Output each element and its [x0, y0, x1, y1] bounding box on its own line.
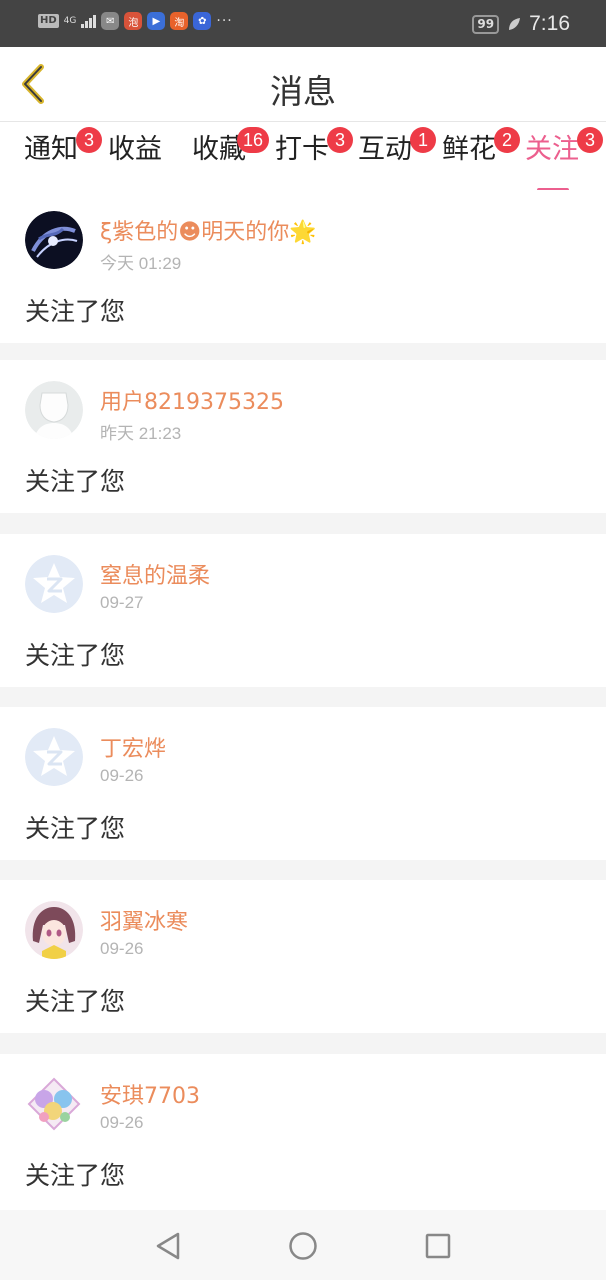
eco-leaf-icon [509, 18, 521, 30]
tab-badge: 3 [76, 127, 102, 153]
triangle-back-icon [156, 1232, 180, 1260]
hd-indicator: HD [38, 14, 59, 28]
user-name[interactable]: 羽翼冰寒 [100, 904, 188, 936]
avatar[interactable] [25, 901, 83, 959]
user-name[interactable]: 用户8219375325 [100, 384, 284, 416]
signal-icon [81, 14, 97, 28]
tab-5[interactable]: 互动 1 [358, 127, 436, 184]
user-name[interactable]: 丁宏烨 [100, 731, 166, 763]
app-header: 消息 [0, 47, 606, 122]
avatar[interactable] [25, 1075, 83, 1133]
app-play-icon: ▶ [147, 12, 166, 30]
square-recents-icon [425, 1233, 451, 1259]
message-text: 关注了您 [25, 297, 126, 326]
tab-3[interactable]: 收藏 16 [192, 127, 270, 184]
more-notifications-icon: ··· [216, 13, 233, 29]
tab-6[interactable]: 鲜花 2 [442, 127, 520, 184]
avatar[interactable] [25, 728, 83, 786]
wechat-icon: ✉ [101, 12, 120, 30]
baidu-icon: ✿ [193, 12, 212, 30]
user-name[interactable]: 安琪7703 [100, 1078, 200, 1110]
nav-home-button[interactable] [285, 1228, 321, 1264]
follow-notification-item[interactable]: 用户8219375325 昨天 21:23 关注了您 [0, 360, 606, 513]
tab-7[interactable]: 关注 3 [525, 127, 603, 192]
timestamp: 昨天 21:23 [100, 424, 182, 443]
tab-label: 收益 [108, 134, 162, 165]
status-bar: HD 4G ✉ 泡 ▶ 淘 ✿ ··· 99 7:16 [0, 0, 606, 47]
user-name[interactable]: ξ紫色的☻明天的你🌟 [100, 214, 317, 246]
page-title: 消息 [270, 72, 336, 111]
status-icons-right: 99 7:16 [472, 12, 570, 36]
category-tabs: 通知 3 收益 收藏 16 打卡 3 互动 1 鲜花 2 关注 3 [0, 122, 606, 192]
app-red-icon: 泡 [124, 12, 143, 30]
clock: 7:16 [529, 12, 570, 35]
tab-1[interactable]: 通知 3 [24, 127, 102, 184]
message-text: 关注了您 [25, 1161, 126, 1190]
follow-notification-item[interactable]: ξ紫色的☻明天的你🌟 今天 01:29 关注了您 [0, 190, 606, 343]
tab-label: 打卡 [275, 134, 329, 165]
tab-badge: 3 [327, 127, 353, 153]
message-text: 关注了您 [25, 987, 126, 1016]
tab-label: 关注 [525, 134, 579, 165]
tab-label: 鲜花 [442, 134, 496, 165]
follow-notification-item[interactable]: 丁宏烨 09-26 关注了您 [0, 707, 606, 860]
tab-badge: 16 [237, 127, 270, 153]
status-icons-left: HD 4G ✉ 泡 ▶ 淘 ✿ ··· [38, 12, 233, 30]
nav-back-button[interactable] [150, 1228, 186, 1264]
tab-badge: 3 [577, 127, 603, 153]
tab-badge: 1 [410, 127, 436, 153]
timestamp: 今天 01:29 [100, 254, 182, 273]
timestamp: 09-26 [100, 766, 144, 785]
follow-notification-item[interactable]: 羽翼冰寒 09-26 关注了您 [0, 880, 606, 1033]
timestamp: 09-26 [100, 1113, 144, 1132]
taobao-icon: 淘 [170, 12, 189, 30]
tab-4[interactable]: 打卡 3 [275, 127, 353, 184]
network-type: 4G [63, 15, 77, 26]
battery-icon: 99 [472, 14, 500, 34]
notification-icons: ✉ 泡 ▶ 淘 ✿ [101, 12, 212, 30]
user-name[interactable]: 窒息的温柔 [100, 558, 210, 590]
tab-badge: 2 [494, 127, 520, 153]
avatar[interactable] [25, 381, 83, 439]
tab-label: 互动 [358, 134, 412, 165]
message-text: 关注了您 [25, 641, 126, 670]
follow-notification-item[interactable]: 安琪7703 09-26 关注了您 [0, 1054, 606, 1210]
system-nav-bar [0, 1210, 606, 1280]
avatar[interactable] [25, 555, 83, 613]
follow-notification-item[interactable]: 窒息的温柔 09-27 关注了您 [0, 534, 606, 687]
message-text: 关注了您 [25, 467, 126, 496]
nav-recents-button[interactable] [420, 1228, 456, 1264]
timestamp: 09-26 [100, 939, 144, 958]
message-text: 关注了您 [25, 814, 126, 843]
tab-2[interactable]: 收益 [108, 134, 162, 184]
tab-label: 通知 [24, 134, 78, 165]
avatar[interactable] [25, 211, 83, 269]
timestamp: 09-27 [100, 593, 144, 612]
circle-home-icon [289, 1232, 317, 1260]
